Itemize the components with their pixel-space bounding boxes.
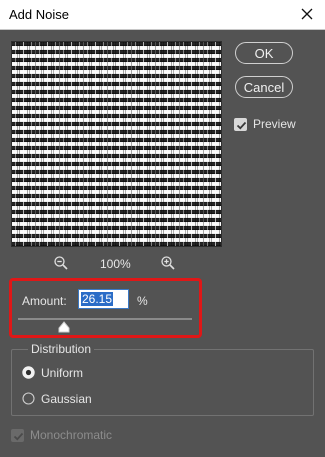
checkmark-icon — [13, 432, 24, 441]
preview-checkbox[interactable] — [234, 118, 247, 131]
distribution-title: Distribution — [28, 342, 95, 356]
window-title: Add Noise — [9, 7, 69, 22]
close-icon[interactable] — [299, 6, 315, 22]
amount-unit: % — [137, 294, 148, 308]
amount-slider-thumb[interactable] — [58, 321, 70, 333]
cancel-button[interactable]: Cancel — [235, 76, 293, 98]
zoom-controls: 100% — [0, 255, 230, 273]
preview-noise-overlay — [12, 42, 221, 246]
zoom-level: 100% — [100, 257, 131, 271]
checkmark-icon — [236, 121, 247, 130]
gaussian-label: Gaussian — [41, 392, 92, 406]
gaussian-radio[interactable] — [22, 392, 35, 405]
amount-input[interactable]: 26.15 — [78, 289, 129, 309]
uniform-label: Uniform — [41, 366, 84, 380]
zoom-out-icon[interactable] — [53, 255, 69, 271]
noise-preview[interactable] — [11, 41, 222, 247]
amount-value: 26.15 — [81, 292, 114, 306]
monochromatic-checkbox[interactable] — [11, 429, 24, 442]
title-bar: Add Noise — [0, 0, 325, 30]
monochromatic-label: Monochromatic — [30, 428, 113, 442]
uniform-radio[interactable] — [22, 366, 35, 379]
zoom-in-icon[interactable] — [160, 255, 176, 271]
preview-label: Preview — [253, 117, 296, 131]
amount-label: Amount: — [22, 294, 67, 308]
amount-slider-track[interactable] — [18, 318, 192, 320]
ok-button[interactable]: OK — [235, 42, 293, 64]
